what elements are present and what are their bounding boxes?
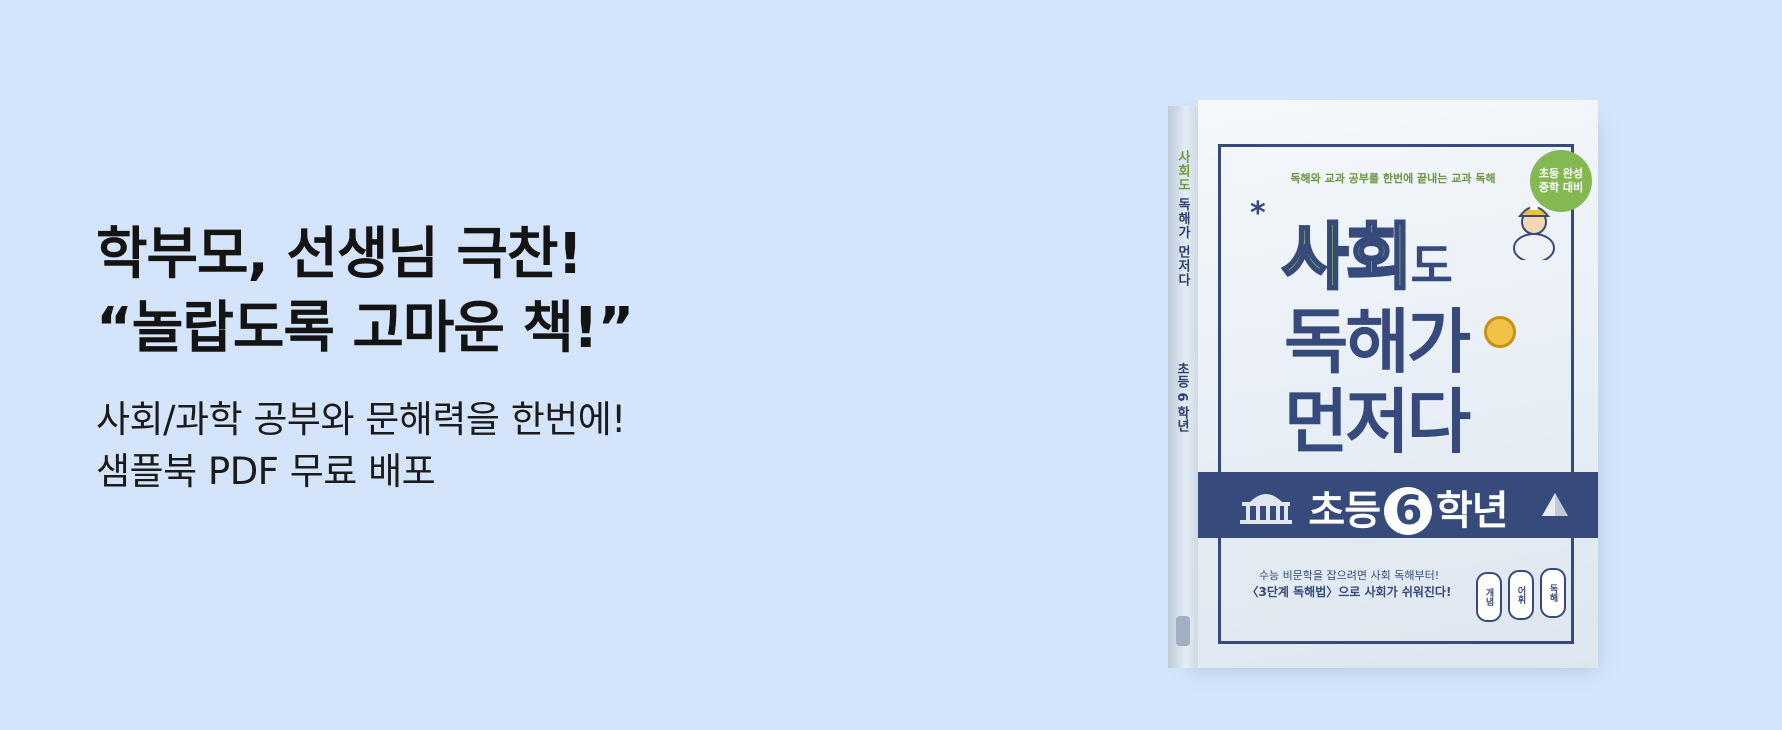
subtext: 사회/과학 공부와 문해력을 한번에! 샘플북 PDF 무료 배포 [96,394,916,498]
cover-badge: 초등 완성 중학 대비 [1530,150,1592,212]
grade-suffix: 학년 [1436,488,1509,534]
coin-icon [1484,316,1516,348]
promo-banner[interactable]: 학부모, 선생님 극찬! “놀랍도록 고마운 책!” 사회/과학 공부와 문해력… [0,0,1782,730]
badge-line-2: 중학 대비 [1538,181,1584,194]
headline: 학부모, 선생님 극찬! “놀랍도록 고마운 책!” [96,218,916,366]
pill-concept: 개념 [1476,572,1502,622]
pyramid-icon [1542,493,1568,516]
pill-reading: 독해 [1540,568,1566,618]
spine-title-part-2: 독해가 먼저다 [1175,192,1190,288]
cover-title-line-3: 먼저다 [1284,381,1471,463]
spine-title: 사회도 독해가 먼저다 [1174,150,1192,287]
cover-note-line-2: 〈3단계 독해법〉으로 사회가 쉬워진다! [1246,585,1452,599]
grade-number: 6 [1384,487,1432,535]
skill-pills: 개념 어휘 독해 [1472,566,1572,622]
cover-tagline: 독해와 교과 공부를 한번에 끝내는 교과 독해 [1290,172,1496,185]
asterisk-icon: * [1250,196,1266,231]
spine-title-part-1: 사회도 [1175,150,1190,192]
book-cover-image: 사회도 독해가 먼저다 초등 6 학년 독해와 교과 공부를 한번에 끝내는 교… [1168,100,1598,670]
subtext-line-2: 샘플북 PDF 무료 배포 [96,450,436,493]
cover-note: 수능 비문학을 잡으려면 사회 독해부터! 〈3단계 독해법〉으로 사회가 쉬워… [1234,568,1464,601]
badge-line-1: 초등 완성 [1538,167,1584,180]
spine-grade: 초등 6 학년 [1174,362,1189,433]
publisher-logo-icon [1176,616,1190,646]
headline-line-1: 학부모, 선생님 극찬! [96,222,583,287]
headline-line-2: “놀랍도록 고마운 책!” [96,296,634,361]
book-front-cover: 독해와 교과 공부를 한번에 끝내는 교과 독해 초등 완성 중학 대비 * 사… [1198,100,1598,668]
cover-title-part-2: 도 [1410,239,1452,293]
book-spine: 사회도 독해가 먼저다 초등 6 학년 [1168,106,1199,668]
pill-vocabulary: 어휘 [1508,570,1534,620]
subtext-line-1: 사회/과학 공부와 문해력을 한번에! [96,398,626,441]
assembly-building-icon [1240,494,1292,524]
banner-copy: 학부모, 선생님 극찬! “놀랍도록 고마운 책!” 사회/과학 공부와 문해력… [96,218,916,498]
cover-note-line-1: 수능 비문학을 잡으려면 사회 독해부터! [1258,569,1440,582]
grade-prefix: 초등 [1308,488,1381,534]
grade-label: 초등 6 학년 [1298,478,1518,536]
